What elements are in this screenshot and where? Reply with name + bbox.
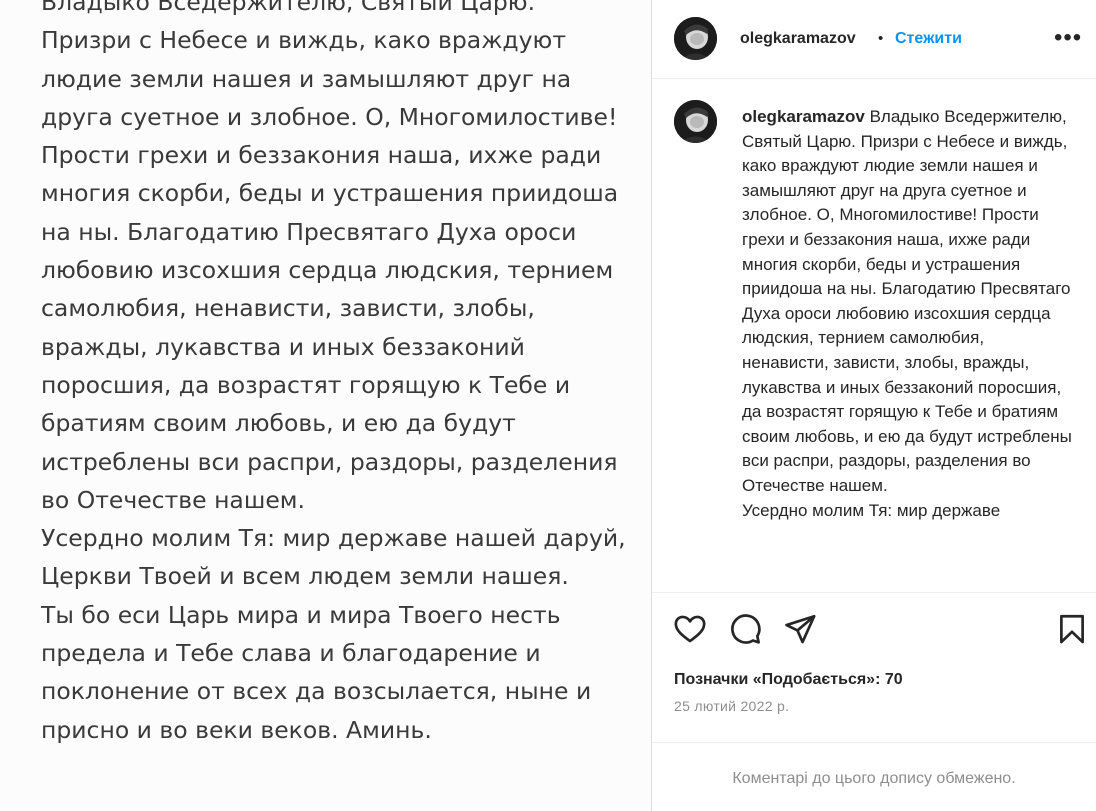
caption-area[interactable]: olegkaramazov Владыко Вседержителю, Свят… xyxy=(652,80,1096,592)
heart-icon[interactable] xyxy=(673,612,707,646)
post-date[interactable]: 25 лютий 2022 р. xyxy=(674,698,789,714)
comments-limited-notice: Коментарі до цього допису обмежено. xyxy=(732,770,1016,787)
post-sidebar: olegkaramazov • Стежити ••• olegkaramazo… xyxy=(651,0,1096,811)
avatar[interactable] xyxy=(674,100,717,143)
bookmark-icon[interactable] xyxy=(1055,612,1089,646)
separator-dot: • xyxy=(878,30,884,47)
header-username[interactable]: olegkaramazov xyxy=(740,30,856,48)
likes-count[interactable]: Позначки «Подобається»: 70 xyxy=(674,671,903,689)
post-image-text: Владыко Вседержителю, Святый Царю. Призр… xyxy=(41,0,631,749)
comments-area: Коментарі до цього допису обмежено. xyxy=(652,742,1096,811)
follow-button[interactable]: Стежити xyxy=(895,30,962,48)
image-paragraph: Усердно молим Тя: мир державе нашей дару… xyxy=(41,524,626,591)
post-actions: Позначки «Подобається»: 70 25 лютий 2022… xyxy=(652,592,1096,742)
comment-icon[interactable] xyxy=(728,612,762,646)
more-options-icon[interactable]: ••• xyxy=(1054,24,1082,52)
caption-text: Усердно молим Тя: мир державе xyxy=(742,500,1001,520)
image-paragraph: Ты бо еси Царь мира и мира Твоего несть … xyxy=(41,600,592,744)
post-caption: olegkaramazov Владыко Вседержителю, Свят… xyxy=(742,105,1074,523)
share-icon[interactable] xyxy=(783,612,817,646)
image-paragraph: Владыко Вседержителю, Святый Царю. Призр… xyxy=(41,0,619,514)
post-header: olegkaramazov • Стежити ••• xyxy=(652,0,1096,79)
caption-username[interactable]: olegkaramazov xyxy=(742,107,865,126)
post-image: Владыко Вседержителю, Святый Царю. Призр… xyxy=(0,0,651,811)
caption-text: Владыко Вседержителю, Святый Царю. Призр… xyxy=(742,107,1072,495)
avatar[interactable] xyxy=(674,17,717,60)
